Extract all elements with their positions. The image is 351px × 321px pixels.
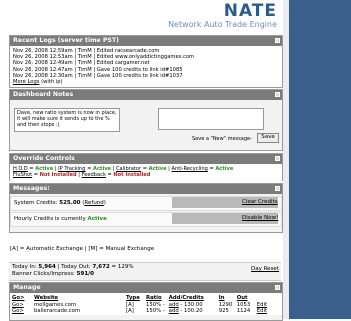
sidebar-edge (283, 0, 289, 319)
col-add-credits[interactable]: Add/Credits (169, 295, 204, 301)
anti-recycling-status: Active (215, 166, 234, 172)
feedback-status: Not Installed (113, 172, 151, 178)
system-credits-label: System Credits: (14, 200, 58, 206)
col-in[interactable]: In (219, 295, 225, 301)
more-logs-link[interactable]: More Logs (13, 79, 39, 85)
edit-link[interactable]: Edit (257, 302, 267, 308)
hourly-credits-status: Active (87, 216, 107, 222)
hourly-credits-text: Hourly Credits is currently Active (14, 216, 107, 223)
logo-subtitle: Network Auto Trade Engine (168, 20, 277, 29)
col-website[interactable]: Website (34, 295, 58, 301)
ratio-cell: 150% (146, 308, 162, 314)
today-in-label: Today In: (12, 264, 37, 270)
ratio-cell: 150% (146, 301, 162, 308)
out-value: 1053 (236, 301, 251, 308)
add-credits-link[interactable]: add (169, 302, 179, 308)
system-credits-text: System Credits: 525.00 (Refund) (14, 200, 106, 206)
credits-value: 130.00 (184, 301, 203, 308)
exchange-legend: [A] = Automatic Exchange | [M] = Manual … (10, 246, 155, 252)
override-controls-box: Override Controls H.O.D = Active | IP Tr… (9, 153, 283, 182)
website-name: mellgames.com (34, 301, 77, 308)
recent-logs-list: Nov 26, 2008 12:59am | TimM | Edited rac… (10, 46, 282, 88)
recent-logs-box: Recent Logs (server time PST) Nov 26, 20… (9, 35, 283, 89)
messages-title: Messages: (13, 185, 50, 192)
col-type[interactable]: Type (126, 295, 140, 301)
go-link[interactable]: Go> (12, 302, 24, 308)
edit-link[interactable]: Edit (257, 308, 267, 314)
save-caption: Save a "New" message- (192, 136, 252, 142)
system-credits-value: 525.00 (59, 200, 81, 206)
main-panel: NATE Network Auto Trade Engine Recent Lo… (0, 0, 283, 321)
banner-value: 591/0 (76, 271, 94, 277)
right-sidebar (283, 0, 351, 319)
logo-title: NATE (223, 1, 277, 21)
col-go[interactable]: Go> (12, 295, 24, 301)
manage-table: Go> Website Type Ratio Add/Credits In Ou… (10, 295, 269, 315)
clear-credits-link[interactable]: Clear Credits (242, 199, 278, 206)
dashboard-notes-header: Dashboard Notes (10, 90, 282, 100)
calibrator-status: Active (148, 166, 167, 172)
exchange-type: [A] (126, 308, 134, 314)
collapse-icon[interactable] (275, 38, 280, 43)
dashboard-notes-title: Dashboard Notes (13, 91, 74, 98)
in-value: 1290 (218, 301, 233, 308)
collapse-icon[interactable] (275, 186, 280, 191)
save-note-button[interactable]: Save (257, 133, 279, 143)
override-controls-body: H.O.D = Active | IP Tracking = Active | … (10, 164, 282, 182)
app-logo: NATE Network Auto Trade Engine (168, 2, 277, 30)
credits-value: 100.20 (184, 308, 203, 314)
flushot-status: Not Installed (39, 172, 77, 178)
stats-line-1: Today In: 5,964 | Today Out: 7,672 = 129… (12, 264, 134, 270)
override-controls-title: Override Controls (13, 155, 75, 162)
collapse-icon[interactable] (275, 285, 280, 290)
disable-now-link[interactable]: Disable Now! (242, 215, 278, 222)
collapse-icon[interactable] (275, 92, 280, 97)
today-out-label: Today Out: (61, 264, 91, 270)
hourly-credits-label: Hourly Credits is currently (14, 216, 86, 222)
more-logs-suffix: (with ip) (41, 79, 63, 86)
manage-header: Manage (10, 283, 282, 293)
manage-box: Manage Go> Website Type Ratio Add/Credit… (9, 282, 283, 321)
col-ratio[interactable]: Ratio (146, 295, 162, 301)
anti-recycling-link[interactable]: Anti-Recycling (172, 166, 208, 172)
in-value: 925 (218, 308, 229, 314)
feedback-link[interactable]: Feedback (82, 172, 106, 178)
recent-logs-title: Recent Logs (server time PST) (13, 37, 119, 44)
go-link[interactable]: Go> (12, 308, 24, 314)
refund-link[interactable]: Refund (84, 200, 103, 206)
website-name: ballerarcade.com (34, 308, 81, 314)
override-controls-header: Override Controls (10, 154, 282, 164)
stats-line-2: Banner Clicks/Impress: 591/0 (12, 271, 94, 278)
note-text-display[interactable]: Dave, new ratio system is now in place, … (14, 108, 120, 132)
flushot-link[interactable]: FluShot (13, 172, 32, 178)
out-value: 1124 (236, 308, 251, 314)
ratio-value: = 129% (111, 264, 134, 270)
today-out-value: 7,672 (92, 264, 110, 270)
manage-title: Manage (13, 284, 41, 291)
collapse-icon[interactable] (275, 156, 280, 161)
today-in-value: 5,964 (38, 264, 56, 270)
add-credits-link[interactable]: add (169, 308, 179, 314)
recent-logs-header: Recent Logs (server time PST) (10, 36, 282, 46)
col-out[interactable]: Out (237, 295, 248, 301)
new-note-textarea[interactable] (158, 108, 264, 130)
banner-label: Banner Clicks/Impress: (12, 271, 75, 277)
manage-table-wrap: Go> Website Type Ratio Add/Credits In Ou… (10, 293, 282, 315)
messages-header: Messages: (10, 184, 282, 194)
exchange-type: [A] (126, 301, 134, 308)
day-reset-link[interactable]: Day Reset (251, 266, 279, 273)
table-row: Go> ballerarcade.com [A] 150% - add - 10… (12, 308, 268, 314)
